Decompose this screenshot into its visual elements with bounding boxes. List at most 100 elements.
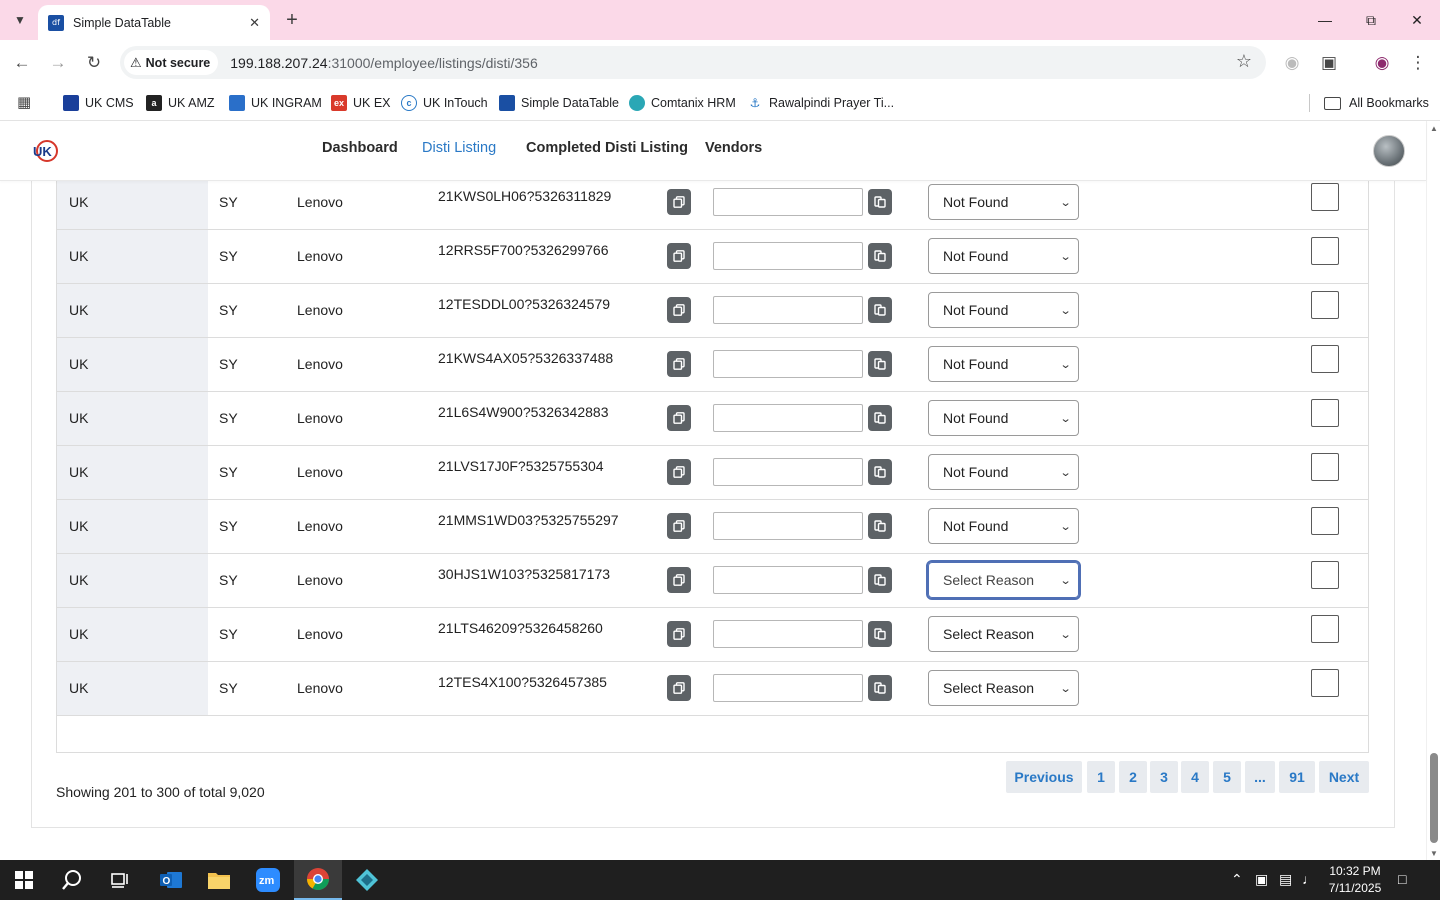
- bookmark-uk-intouch[interactable]: c UK InTouch: [401, 92, 488, 114]
- reason-select[interactable]: Select Reason ⌄: [928, 616, 1079, 652]
- search-icon[interactable]: [48, 860, 96, 900]
- uk-logo-icon[interactable]: UK: [33, 139, 59, 163]
- bookmark-uk-cms[interactable]: UK CMS: [63, 92, 134, 114]
- taskbar-clock[interactable]: 10:32 PM 7/11/2025: [1318, 863, 1392, 897]
- file-explorer-icon[interactable]: [195, 860, 243, 900]
- row-checkbox[interactable]: [1311, 669, 1339, 697]
- paste-icon[interactable]: [868, 243, 892, 269]
- nav-vendors[interactable]: Vendors: [705, 140, 762, 156]
- tray-chevron-up-icon[interactable]: ⌃: [1231, 871, 1243, 888]
- tray-wifi-icon[interactable]: ▤: [1279, 871, 1292, 888]
- paste-icon[interactable]: [868, 675, 892, 701]
- reason-select[interactable]: Not Found ⌄: [928, 508, 1079, 544]
- reason-select[interactable]: Select Reason ⌄: [928, 670, 1079, 706]
- copy-icon[interactable]: [667, 405, 691, 431]
- windows-start-icon[interactable]: [0, 860, 48, 900]
- extensions-puzzle-icon[interactable]: ▣: [1317, 51, 1341, 75]
- row-text-input[interactable]: [713, 458, 863, 486]
- pagination-previous[interactable]: Previous: [1006, 761, 1082, 793]
- url-text[interactable]: 199.188.207.24:31000/employee/listings/d…: [230, 55, 537, 71]
- tray-volume-muted-icon[interactable]: ♩: [1302, 871, 1316, 887]
- copy-icon[interactable]: [667, 567, 691, 593]
- menu-kebab-icon[interactable]: ⋮: [1406, 51, 1430, 75]
- row-text-input[interactable]: [713, 674, 863, 702]
- task-view-icon[interactable]: [96, 860, 144, 900]
- paste-icon[interactable]: [868, 513, 892, 539]
- row-text-input[interactable]: [713, 512, 863, 540]
- paste-icon[interactable]: [868, 189, 892, 215]
- zoom-icon[interactable]: zm: [244, 860, 292, 900]
- pagination-page-5[interactable]: 5: [1213, 761, 1241, 793]
- bookmark-star-icon[interactable]: ☆: [1236, 51, 1252, 72]
- nav-completed-disti-listing[interactable]: Completed Disti Listing: [526, 140, 688, 156]
- row-checkbox[interactable]: [1311, 507, 1339, 535]
- all-bookmarks-button[interactable]: All Bookmarks: [1324, 92, 1429, 114]
- pagination-next[interactable]: Next: [1319, 761, 1369, 793]
- paste-icon[interactable]: [868, 459, 892, 485]
- paste-icon[interactable]: [868, 405, 892, 431]
- outlook-icon[interactable]: O: [147, 860, 195, 900]
- row-checkbox[interactable]: [1311, 183, 1339, 211]
- copy-icon[interactable]: [667, 513, 691, 539]
- tab-search-chevron-icon[interactable]: ▼: [6, 6, 34, 34]
- tray-network-alert-icon[interactable]: ▣: [1255, 871, 1268, 888]
- pagination-page-1[interactable]: 1: [1087, 761, 1115, 793]
- pagination-page-4[interactable]: 4: [1181, 761, 1209, 793]
- nav-dashboard[interactable]: Dashboard: [322, 140, 398, 156]
- security-chip[interactable]: ⚠ Not secure: [124, 50, 219, 75]
- row-text-input[interactable]: [713, 404, 863, 432]
- profile-avatar-icon[interactable]: ◉: [1370, 51, 1394, 75]
- bookmark-uk-amz[interactable]: a UK AMZ: [146, 92, 215, 114]
- row-checkbox[interactable]: [1311, 615, 1339, 643]
- reason-select[interactable]: Select Reason ⌄: [926, 560, 1081, 600]
- pagination-page-3[interactable]: 3: [1150, 761, 1178, 793]
- bookmark-uk-ingram[interactable]: UK INGRAM: [229, 92, 322, 114]
- chrome-icon[interactable]: [294, 860, 342, 900]
- bookmark-prayer-times[interactable]: ⚓ Rawalpindi Prayer Ti...: [747, 92, 894, 114]
- pagination-page-2[interactable]: 2: [1119, 761, 1147, 793]
- reload-icon[interactable]: ↻: [81, 50, 107, 76]
- app-diamond-icon[interactable]: [343, 860, 391, 900]
- copy-icon[interactable]: [667, 297, 691, 323]
- row-text-input[interactable]: [713, 296, 863, 324]
- tab-close-icon[interactable]: ✕: [249, 15, 260, 31]
- copy-icon[interactable]: [667, 189, 691, 215]
- row-text-input[interactable]: [713, 188, 863, 216]
- back-arrow-icon[interactable]: ←: [9, 50, 35, 76]
- bookmark-simple-datatable[interactable]: Simple DataTable: [499, 92, 619, 114]
- bookmark-comtanix-hrm[interactable]: Comtanix HRM: [629, 92, 736, 114]
- restore-icon[interactable]: ⧉: [1358, 8, 1384, 32]
- reason-select[interactable]: Not Found ⌄: [928, 346, 1079, 382]
- new-tab-plus-icon[interactable]: +: [280, 8, 304, 32]
- pagination-page-91[interactable]: 91: [1279, 761, 1315, 793]
- window-close-icon[interactable]: ✕: [1404, 8, 1430, 32]
- reason-select[interactable]: Not Found ⌄: [928, 454, 1079, 490]
- row-text-input[interactable]: [713, 242, 863, 270]
- reason-select[interactable]: Not Found ⌄: [928, 184, 1079, 220]
- row-text-input[interactable]: [713, 350, 863, 378]
- row-text-input[interactable]: [713, 566, 863, 594]
- browser-tab-active[interactable]: df Simple DataTable ✕: [38, 5, 270, 40]
- paste-icon[interactable]: [868, 567, 892, 593]
- page-scrollbar[interactable]: ▲ ▼: [1426, 121, 1440, 860]
- copy-icon[interactable]: [667, 351, 691, 377]
- row-checkbox[interactable]: [1311, 399, 1339, 427]
- notifications-icon[interactable]: □: [1398, 871, 1406, 887]
- paste-icon[interactable]: [868, 351, 892, 377]
- reason-select[interactable]: Not Found ⌄: [928, 400, 1079, 436]
- minimize-icon[interactable]: —: [1312, 8, 1338, 32]
- copy-icon[interactable]: [667, 621, 691, 647]
- row-checkbox[interactable]: [1311, 291, 1339, 319]
- row-checkbox[interactable]: [1311, 237, 1339, 265]
- row-checkbox[interactable]: [1311, 345, 1339, 373]
- forward-arrow-icon[interactable]: →: [45, 50, 71, 76]
- address-bar[interactable]: ⚠ Not secure 199.188.207.24:31000/employ…: [120, 46, 1266, 79]
- bookmark-uk-ex[interactable]: ex UK EX: [331, 92, 391, 114]
- reason-select[interactable]: Not Found ⌄: [928, 292, 1079, 328]
- copy-icon[interactable]: [667, 459, 691, 485]
- row-checkbox[interactable]: [1311, 453, 1339, 481]
- copy-icon[interactable]: [667, 675, 691, 701]
- apps-grid-icon[interactable]: ▦: [17, 93, 31, 111]
- paste-icon[interactable]: [868, 297, 892, 323]
- translate-globe-icon[interactable]: ◉: [1280, 51, 1304, 75]
